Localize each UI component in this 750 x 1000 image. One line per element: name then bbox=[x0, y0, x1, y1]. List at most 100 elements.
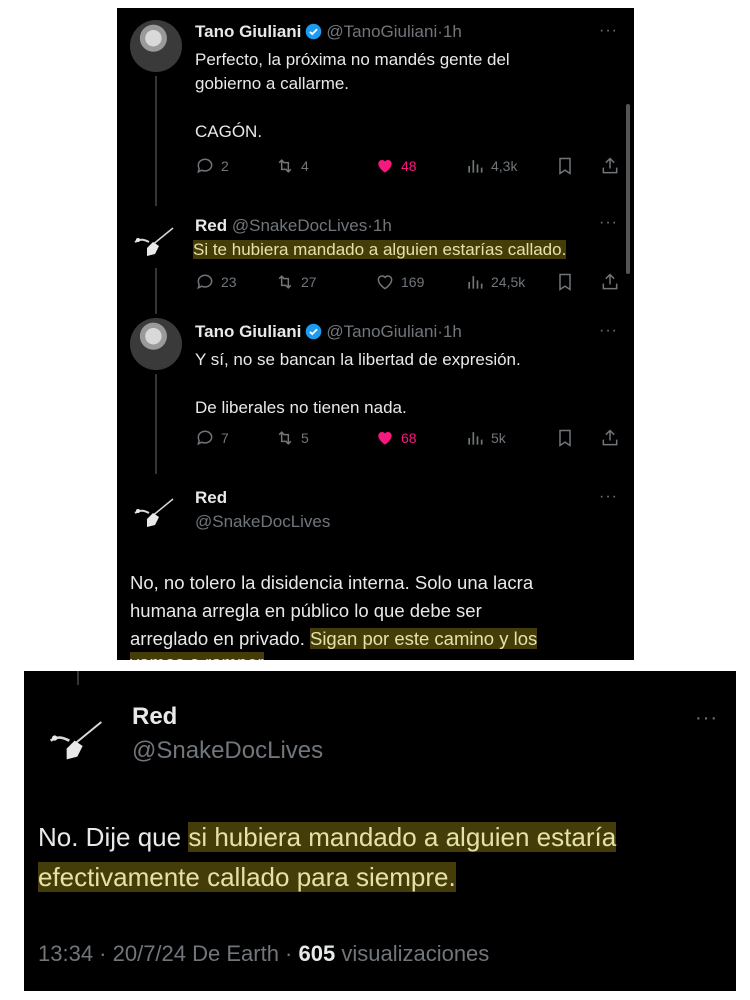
author-name[interactable]: Red bbox=[195, 488, 227, 507]
views-button[interactable]: 5k bbox=[465, 428, 506, 448]
more-options-icon[interactable]: ··· bbox=[695, 707, 718, 730]
thread-line bbox=[77, 671, 79, 685]
tweet-actions: 2 4 48 4,3k bbox=[195, 156, 622, 178]
share-icon bbox=[602, 429, 618, 446]
retweet-button[interactable]: 5 bbox=[275, 428, 309, 448]
views-count: 5k bbox=[491, 430, 506, 446]
views-icon bbox=[468, 160, 483, 173]
plain-text: No. Dije que bbox=[38, 822, 189, 852]
retweet-count: 27 bbox=[301, 274, 317, 290]
highlighted-text: Si te hubiera mandado a alguien estarías… bbox=[193, 240, 567, 259]
more-options-icon[interactable]: ··· bbox=[599, 22, 618, 40]
tweet-text: No, no tolero la disidencia interna. Sol… bbox=[130, 569, 538, 660]
tweet-tano-1[interactable]: Tano Giuliani @TanoGiuliani·1h ··· Perfec… bbox=[117, 8, 634, 206]
tweet-tano-2[interactable]: Tano Giuliani @TanoGiuliani·1h ··· Y sí, … bbox=[117, 306, 634, 474]
heart-filled-icon bbox=[378, 160, 392, 173]
reply-count: 23 bbox=[221, 274, 237, 290]
tweet-line: Y sí, no se bancan la libertad de expres… bbox=[195, 350, 521, 369]
tweet-line: De liberales no tienen nada. bbox=[195, 398, 407, 417]
views-button[interactable]: 24,5k bbox=[465, 272, 525, 292]
reply-count: 7 bbox=[221, 430, 229, 446]
avatar-snake-doc[interactable] bbox=[133, 491, 181, 531]
highlighted-text: vamos a romper bbox=[130, 652, 264, 660]
avatar-snake-doc[interactable] bbox=[48, 711, 112, 765]
retweet-count: 4 bbox=[301, 158, 309, 174]
author-handle[interactable]: @SnakeDocLives bbox=[195, 512, 330, 531]
snake-hand-logo-icon bbox=[134, 227, 174, 256]
bookmark-icon bbox=[559, 273, 571, 291]
reply-line: No. Dije que si hubiera mandado a alguie… bbox=[38, 817, 617, 857]
views-count: 24,5k bbox=[491, 274, 526, 290]
author-handle[interactable]: @SnakeDocLives bbox=[232, 216, 367, 235]
tweet-line: humana arregla en público lo que debe se… bbox=[130, 600, 482, 621]
tweet-text: Si te hubiera mandado a alguien estarías… bbox=[193, 238, 567, 262]
share-button[interactable] bbox=[600, 272, 620, 292]
avatar-tano-giuliani[interactable] bbox=[130, 318, 182, 370]
bookmark-button[interactable] bbox=[555, 156, 575, 176]
retweet-count: 5 bbox=[301, 430, 309, 446]
reply-icon bbox=[197, 430, 213, 446]
more-options-icon[interactable]: ··· bbox=[599, 214, 618, 232]
bookmark-button[interactable] bbox=[555, 428, 575, 448]
share-button[interactable] bbox=[600, 156, 620, 176]
tweet-text: Y sí, no se bancan la libertad de expres… bbox=[195, 348, 521, 420]
like-button[interactable]: 169 bbox=[375, 272, 424, 292]
verified-badge-icon bbox=[305, 23, 322, 40]
author-name[interactable]: Red bbox=[132, 703, 177, 731]
more-options-icon[interactable]: ··· bbox=[599, 488, 618, 506]
highlighted-text: efectivamente callado para siempre. bbox=[38, 862, 456, 892]
like-count: 68 bbox=[401, 430, 417, 446]
share-icon bbox=[602, 157, 618, 174]
author-name[interactable]: Red bbox=[195, 216, 227, 235]
tweet-line: Perfecto, la próxima no mandés gente del bbox=[195, 50, 510, 69]
avatar-tano-giuliani[interactable] bbox=[130, 20, 182, 72]
bookmark-icon bbox=[559, 429, 571, 447]
author-handle[interactable]: @TanoGiuliani bbox=[326, 22, 437, 41]
retweet-button[interactable]: 4 bbox=[275, 156, 309, 176]
like-count: 169 bbox=[401, 274, 425, 290]
reply-line: efectivamente callado para siempre. bbox=[38, 857, 616, 897]
tweet-meta: 13:34 · 20/7/24 De Earth · 605 visualiza… bbox=[38, 941, 489, 967]
reply-count: 2 bbox=[221, 158, 229, 174]
retweet-icon bbox=[278, 275, 292, 289]
author-handle[interactable]: @SnakeDocLives bbox=[132, 737, 323, 765]
timestamp[interactable]: 1h bbox=[443, 22, 462, 41]
tweet-actions: 7 5 68 5k bbox=[195, 428, 622, 450]
views-icon bbox=[468, 276, 483, 289]
retweet-button[interactable]: 27 bbox=[275, 272, 317, 292]
reply-icon bbox=[197, 274, 213, 290]
author-name[interactable]: Tano Giuliani bbox=[195, 322, 301, 341]
views-button[interactable]: 4,3k bbox=[465, 156, 517, 176]
tweet-red-1[interactable]: Red @SnakeDocLives·1h ··· Si te hubiera … bbox=[117, 198, 634, 314]
tweet-line: No, no tolero la disidencia interna. Sol… bbox=[130, 572, 534, 593]
heart-filled-icon bbox=[378, 432, 392, 445]
bookmark-icon bbox=[559, 157, 571, 175]
timestamp-source[interactable]: 13:34 · 20/7/24 De Earth · bbox=[38, 941, 299, 966]
more-options-icon[interactable]: ··· bbox=[599, 322, 618, 340]
tweet-line: CAGÓN. bbox=[195, 122, 263, 141]
avatar-snake-doc[interactable] bbox=[133, 220, 181, 260]
timestamp[interactable]: 1h bbox=[373, 216, 392, 235]
reply-button[interactable]: 2 bbox=[195, 156, 229, 176]
views-icon bbox=[468, 432, 483, 445]
share-button[interactable] bbox=[600, 428, 620, 448]
author-handle[interactable]: @TanoGiuliani bbox=[326, 322, 437, 341]
timestamp[interactable]: 1h bbox=[443, 322, 462, 341]
bookmark-button[interactable] bbox=[555, 272, 575, 292]
reply-text: No. Dije que si hubiera mandado a alguie… bbox=[38, 817, 617, 897]
reply-button[interactable]: 23 bbox=[195, 272, 237, 292]
views-count: 4,3k bbox=[491, 158, 518, 174]
tweet-line: gobierno a callarme. bbox=[195, 74, 350, 93]
like-button[interactable]: 68 bbox=[375, 428, 417, 448]
heart-outline-icon bbox=[377, 275, 393, 290]
like-button[interactable]: 48 bbox=[375, 156, 417, 176]
like-count: 48 bbox=[401, 158, 417, 174]
highlighted-text: si hubiera mandado a alguien estaría bbox=[188, 822, 617, 852]
reply-button[interactable]: 7 bbox=[195, 428, 229, 448]
snake-hand-logo-icon bbox=[134, 498, 174, 527]
share-icon bbox=[602, 273, 618, 290]
reply-screenshot-panel: Red @SnakeDocLives ··· No. Dije que si h… bbox=[24, 671, 736, 991]
focused-tweet-red[interactable]: Red @SnakeDocLives ··· No, no tolero la … bbox=[117, 471, 634, 660]
author-name[interactable]: Tano Giuliani bbox=[195, 22, 301, 41]
retweet-icon bbox=[278, 431, 292, 445]
